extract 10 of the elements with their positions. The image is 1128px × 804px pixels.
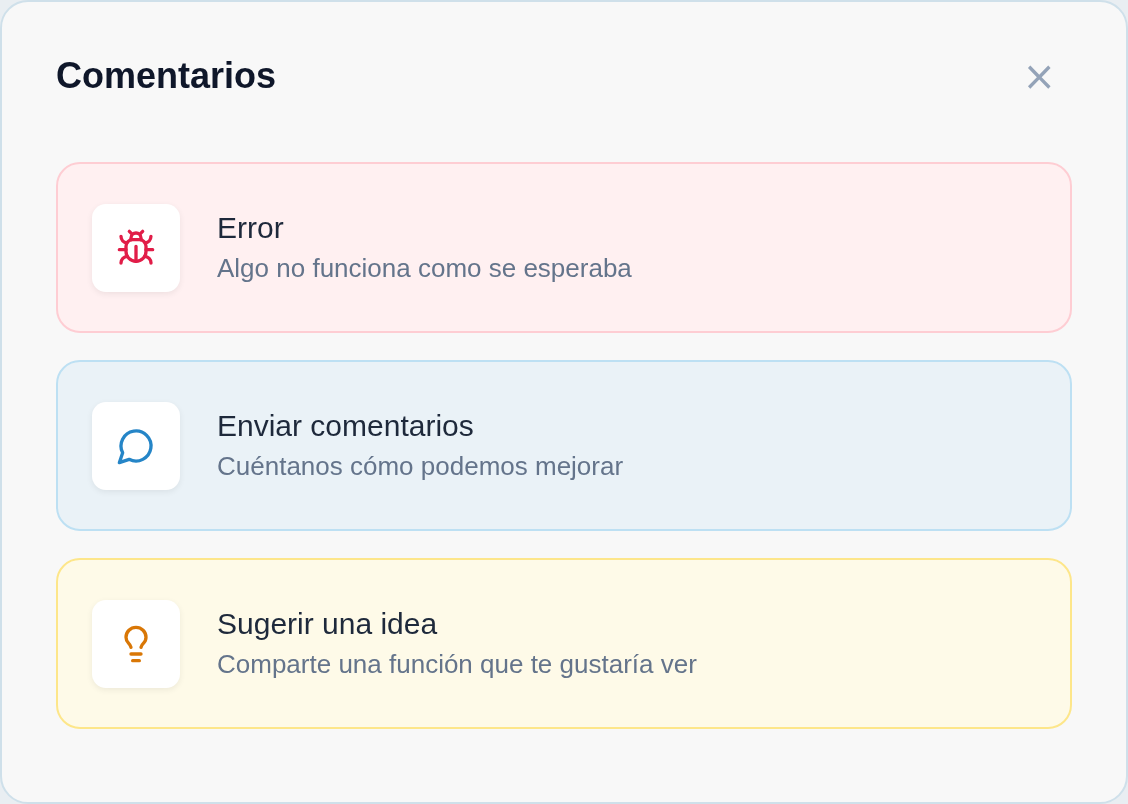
option-title: Enviar comentarios: [217, 409, 475, 443]
option-description: Cuéntanos cómo podemos mejorar: [217, 451, 624, 482]
feedback-option-card[interactable]: Error Algo no funciona como se esperaba: [56, 162, 1072, 333]
dialog-title: Comentarios: [56, 55, 277, 97]
option-description: Comparte una función que te gustaría ver: [217, 649, 697, 680]
option-description: Algo no funciona como se esperaba: [217, 253, 632, 284]
option-title: Error: [217, 211, 285, 245]
feedback-option-card[interactable]: Sugerir una idea Comparte una función que te gustaría ver: [56, 558, 1072, 729]
option-title: Sugerir una idea: [217, 607, 439, 641]
feedback-option-card[interactable]: Enviar comentarios Cuéntanos cómo podemos mejorar: [56, 360, 1072, 531]
